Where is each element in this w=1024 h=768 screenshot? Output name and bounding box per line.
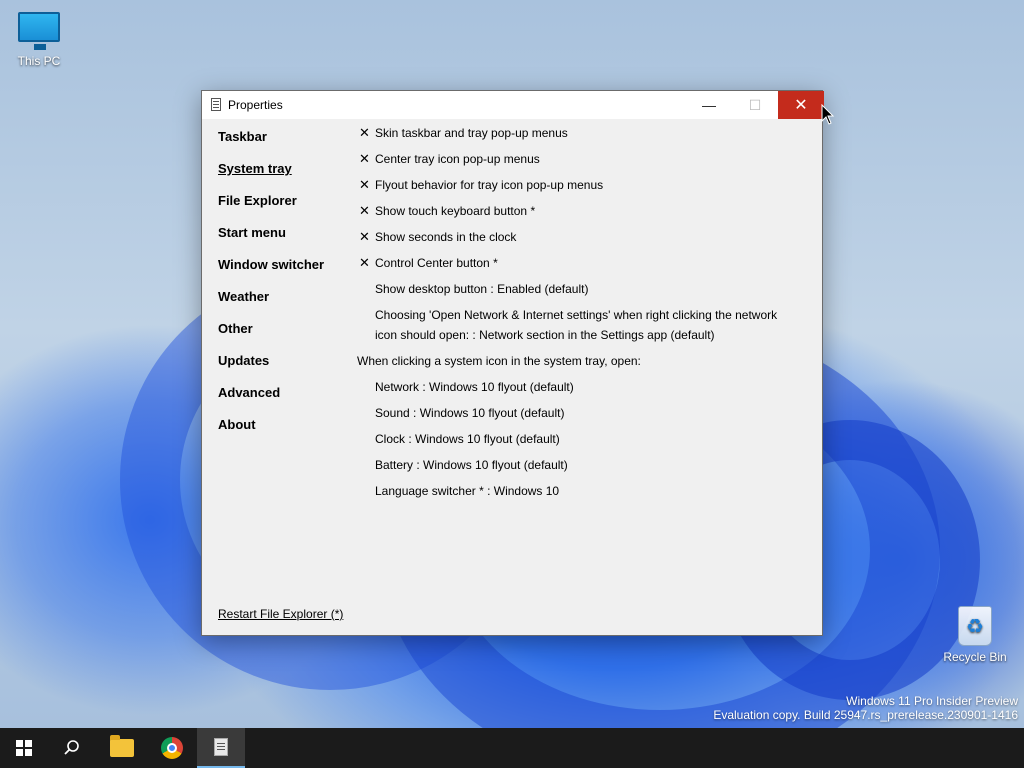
desktop-icon-label: This PC: [17, 54, 61, 68]
option-label: Show touch keyboard button *: [375, 204, 536, 218]
option-mark: [357, 281, 375, 307]
nav-item-taskbar[interactable]: Taskbar: [218, 129, 324, 161]
properties-window: Properties — ☐ ✕ Taskbar System tray Fil…: [201, 90, 824, 636]
desktop-icon-this-pc[interactable]: This PC: [1, 12, 77, 68]
option-label: Language switcher * : Windows 10: [375, 484, 560, 498]
option-flyout-behavior[interactable]: ✕ Flyout behavior for tray icon pop-up m…: [357, 177, 807, 203]
checked-icon: ✕: [359, 203, 370, 218]
option-center-tray-menus[interactable]: ✕ Center tray icon pop-up menus: [357, 151, 807, 177]
minimize-icon: —: [702, 97, 716, 113]
option-label: Control Center button *: [375, 256, 498, 270]
search-button[interactable]: [48, 728, 96, 768]
taskbar: [0, 728, 1024, 768]
option-mark: [357, 307, 375, 353]
maximize-icon: ☐: [748, 96, 762, 113]
option-control-center-button[interactable]: ✕ Control Center button *: [357, 255, 807, 281]
checked-icon: ✕: [359, 177, 370, 192]
option-sound-flyout[interactable]: Sound : Windows 10 flyout (default): [357, 405, 807, 431]
monitor-icon: [18, 12, 60, 50]
nav-item-file-explorer[interactable]: File Explorer: [218, 193, 324, 225]
option-label: Skin taskbar and tray pop-up menus: [375, 126, 568, 140]
option-label: Network : Windows 10 flyout (default): [375, 380, 574, 394]
checked-icon: ✕: [359, 229, 370, 244]
option-skin-taskbar-menus[interactable]: ✕ Skin taskbar and tray pop-up menus: [357, 125, 807, 151]
settings-nav: Taskbar System tray File Explorer Start …: [218, 129, 324, 449]
nav-item-start-menu[interactable]: Start menu: [218, 225, 324, 257]
option-clock-flyout[interactable]: Clock : Windows 10 flyout (default): [357, 431, 807, 457]
nav-item-window-switcher[interactable]: Window switcher: [218, 257, 324, 289]
settings-content: ✕ Skin taskbar and tray pop-up menus ✕ C…: [357, 125, 807, 509]
option-show-seconds[interactable]: ✕ Show seconds in the clock: [357, 229, 807, 255]
desktop-icon-label: Recycle Bin: [943, 650, 1007, 664]
folder-icon: [110, 735, 134, 757]
option-touch-keyboard-button[interactable]: ✕ Show touch keyboard button *: [357, 203, 807, 229]
nav-item-other[interactable]: Other: [218, 321, 324, 353]
mouse-pointer-icon: [821, 104, 835, 125]
chrome-button[interactable]: [148, 728, 196, 768]
nav-item-advanced[interactable]: Advanced: [218, 385, 324, 417]
option-network-flyout[interactable]: Network : Windows 10 flyout (default): [357, 379, 807, 405]
chrome-icon: [161, 737, 183, 759]
option-language-switcher[interactable]: Language switcher * : Windows 10: [357, 483, 807, 509]
windows-logo-icon: [16, 740, 32, 756]
option-label: Choosing 'Open Network & Internet settin…: [375, 308, 778, 342]
section-header: When clicking a system icon in the syste…: [357, 354, 641, 368]
option-label: Sound : Windows 10 flyout (default): [375, 406, 565, 420]
search-icon: [64, 740, 79, 755]
option-label: Flyout behavior for tray icon pop-up men…: [375, 178, 604, 192]
minimize-button[interactable]: —: [686, 91, 732, 119]
option-label: Show desktop button : Enabled (default): [375, 282, 589, 296]
start-button[interactable]: [0, 728, 48, 768]
desktop-icon-recycle-bin[interactable]: ♻ Recycle Bin: [937, 606, 1013, 664]
close-icon: ✕: [794, 97, 808, 114]
option-show-desktop-button[interactable]: Show desktop button : Enabled (default): [357, 281, 807, 307]
properties-taskbar-button[interactable]: [197, 728, 245, 768]
option-label: Battery : Windows 10 flyout (default): [375, 458, 568, 472]
window-title: Properties: [228, 98, 283, 112]
restart-file-explorer-link[interactable]: Restart File Explorer (*): [218, 607, 343, 621]
nav-item-updates[interactable]: Updates: [218, 353, 324, 385]
title-bar[interactable]: Properties — ☐ ✕: [202, 91, 824, 119]
maximize-button[interactable]: ☐: [732, 91, 778, 119]
recycle-bin-icon: ♻: [958, 606, 992, 646]
option-label: Center tray icon pop-up menus: [375, 152, 540, 166]
option-label: Show seconds in the clock: [375, 230, 517, 244]
checked-icon: ✕: [359, 255, 370, 270]
file-explorer-button[interactable]: [98, 728, 146, 768]
properties-app-icon: [211, 98, 221, 111]
option-battery-flyout[interactable]: Battery : Windows 10 flyout (default): [357, 457, 807, 483]
watermark-line-2: Evaluation copy. Build 25947.rs_prerelea…: [713, 708, 1018, 722]
properties-app-icon: [214, 738, 228, 756]
watermark-line-1: Windows 11 Pro Insider Preview: [846, 694, 1018, 708]
close-button[interactable]: ✕: [778, 91, 824, 119]
nav-item-about[interactable]: About: [218, 417, 324, 449]
evaluation-watermark: Windows 11 Pro Insider Preview Evaluatio…: [713, 694, 1018, 722]
checked-icon: ✕: [359, 151, 370, 166]
nav-item-weather[interactable]: Weather: [218, 289, 324, 321]
option-label: Clock : Windows 10 flyout (default): [375, 432, 560, 446]
checked-icon: ✕: [359, 125, 370, 140]
option-network-settings-target[interactable]: Choosing 'Open Network & Internet settin…: [357, 307, 807, 353]
nav-item-system-tray[interactable]: System tray: [218, 161, 324, 193]
